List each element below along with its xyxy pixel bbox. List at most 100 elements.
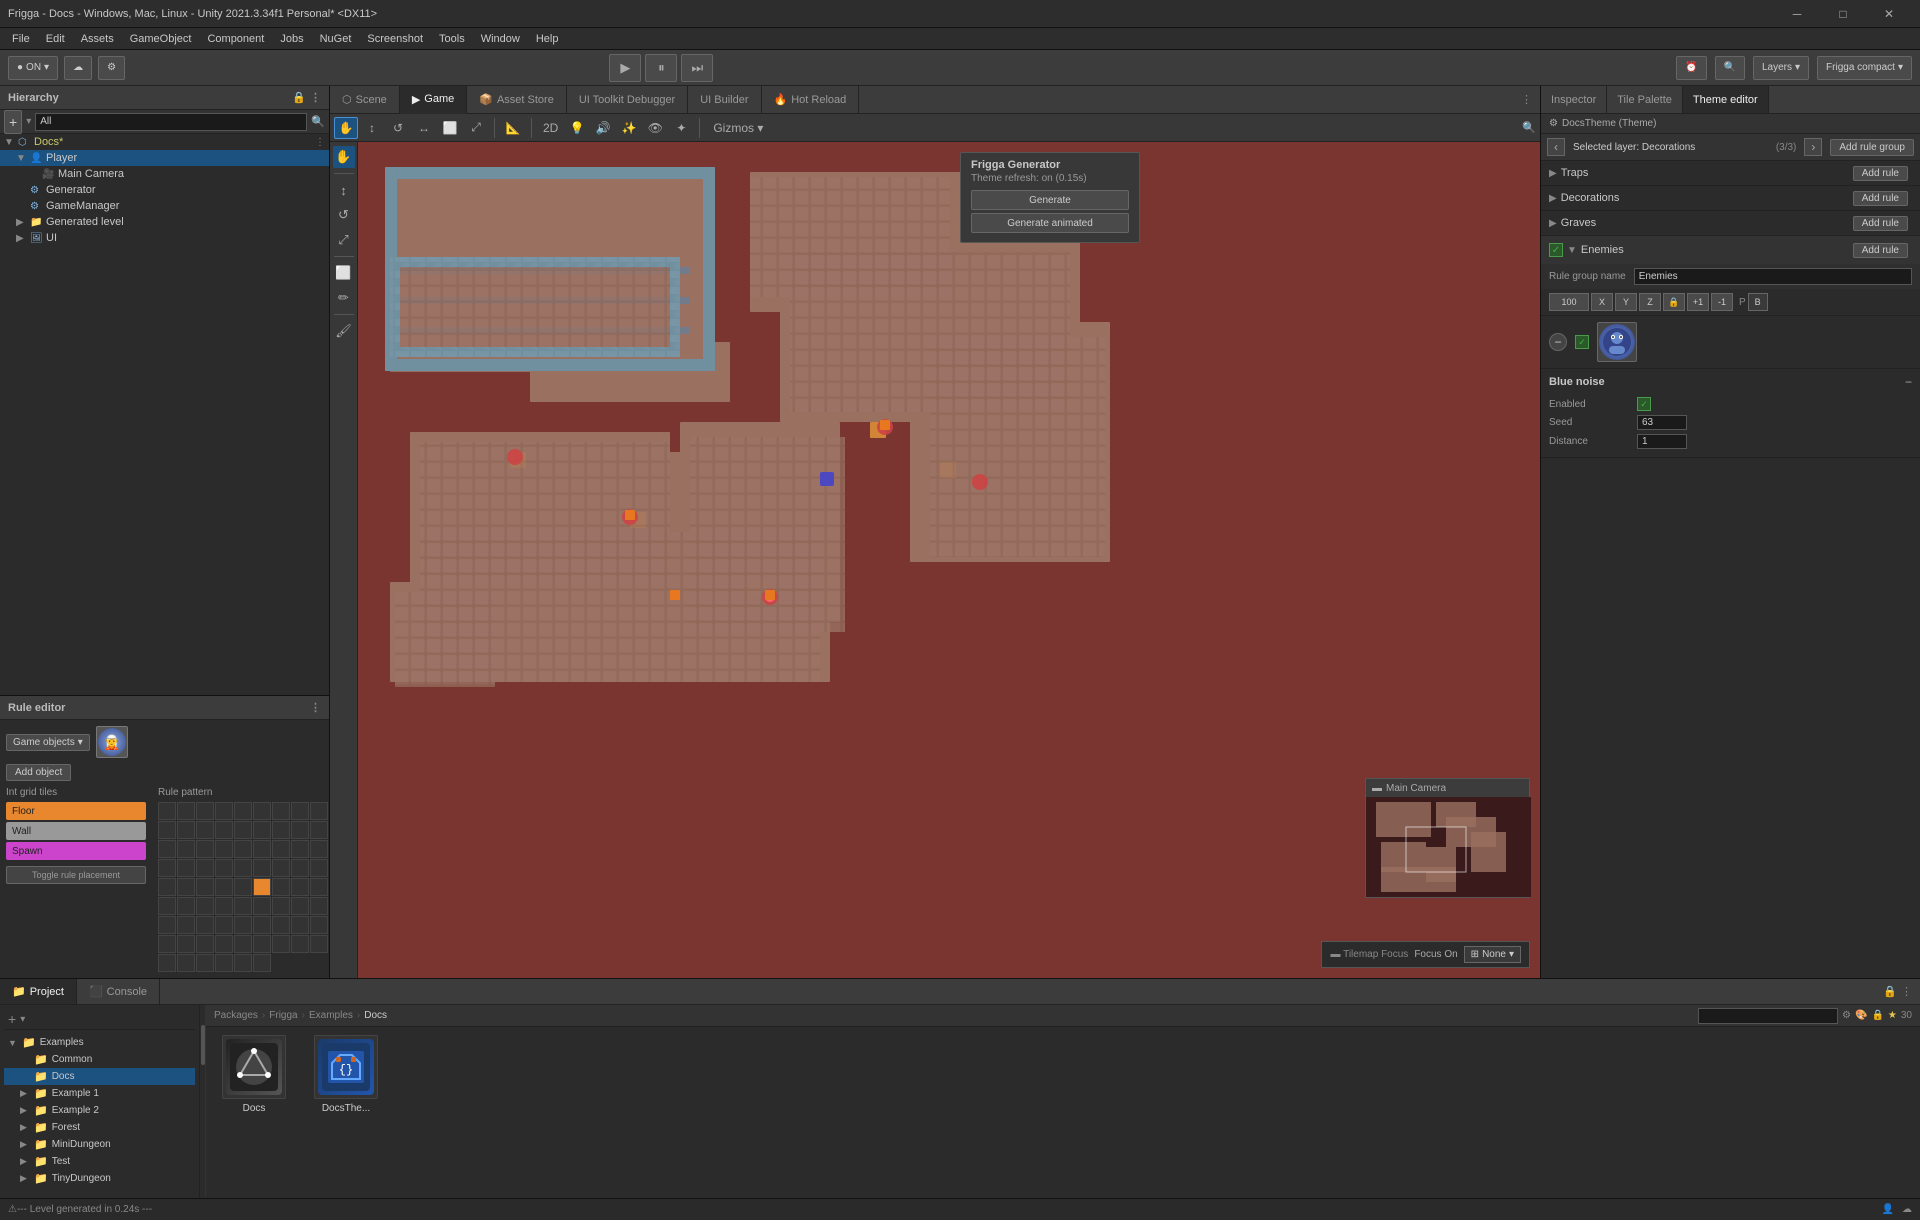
- minimize-button[interactable]: ─: [1774, 0, 1820, 28]
- tool-rect[interactable]: ⬜: [333, 262, 355, 284]
- traps-section-header[interactable]: ▶ Traps Add rule: [1541, 161, 1920, 185]
- pattern-cell[interactable]: [253, 935, 271, 953]
- pattern-cell[interactable]: [272, 897, 290, 915]
- docs-more-icon[interactable]: ⋮: [315, 137, 325, 148]
- tab-scene[interactable]: ⬡ Scene: [330, 86, 400, 113]
- toggle-rule-placement-button[interactable]: Toggle rule placement: [6, 866, 146, 884]
- proj-item-tinydungeon[interactable]: ▶ 📁 TinyDungeon: [4, 1170, 195, 1187]
- menu-jobs[interactable]: Jobs: [272, 31, 311, 47]
- hierarchy-lock-icon[interactable]: 🔒: [292, 91, 306, 104]
- add-rule-group-button[interactable]: Add rule group: [1830, 139, 1914, 156]
- proj-item-test[interactable]: ▶ 📁 Test: [4, 1153, 195, 1170]
- tool-hand[interactable]: ✋: [333, 146, 355, 168]
- pattern-cell[interactable]: [234, 859, 252, 877]
- cloud-button[interactable]: ☁: [64, 56, 92, 80]
- scene-hidden-toggle[interactable]: 👁: [643, 117, 667, 139]
- rule-editor-more-icon[interactable]: ⋮: [310, 701, 321, 714]
- scene-tool-scale[interactable]: ↔: [412, 117, 436, 139]
- pattern-cell[interactable]: [158, 878, 176, 896]
- pattern-cell[interactable]: [177, 916, 195, 934]
- scene-light-toggle[interactable]: 💡: [565, 117, 589, 139]
- tab-asset-store[interactable]: 📦 Asset Store: [467, 86, 567, 113]
- proj-item-common[interactable]: 📁 Common: [4, 1051, 195, 1068]
- tab-tile-palette[interactable]: Tile Palette: [1607, 86, 1683, 113]
- proj-item-minidungeon[interactable]: ▶ 📁 MiniDungeon: [4, 1136, 195, 1153]
- rule-item-checkbox[interactable]: ✓: [1575, 335, 1589, 349]
- tab-inspector[interactable]: Inspector: [1541, 86, 1607, 113]
- pattern-cell[interactable]: [196, 916, 214, 934]
- scene-viewport[interactable]: Frigga Generator Theme refresh: on (0.15…: [330, 142, 1540, 978]
- transform-plus1-button[interactable]: +1: [1687, 293, 1709, 311]
- blue-noise-collapse-button[interactable]: −: [1905, 375, 1912, 389]
- pattern-grid[interactable]: [158, 802, 328, 972]
- pattern-cell-filled[interactable]: [253, 878, 271, 896]
- bottom-lock-icon[interactable]: 🔒: [1883, 985, 1897, 998]
- add-object-button[interactable]: Add object: [6, 764, 71, 781]
- tree-item-generated-level[interactable]: ▶ 📁 Generated level: [0, 214, 329, 230]
- menu-edit[interactable]: Edit: [38, 31, 73, 47]
- scene-tool-rect[interactable]: ⬜: [438, 117, 462, 139]
- menu-nuget[interactable]: NuGet: [312, 31, 360, 47]
- menu-screenshot[interactable]: Screenshot: [359, 31, 431, 47]
- transform-y-button[interactable]: Y: [1615, 293, 1637, 311]
- pause-button[interactable]: ⏸: [645, 54, 677, 82]
- pattern-cell[interactable]: [215, 840, 233, 858]
- generate-button[interactable]: Generate: [971, 190, 1129, 210]
- pattern-cell[interactable]: [291, 802, 309, 820]
- menu-component[interactable]: Component: [199, 31, 272, 47]
- rule-group-name-input[interactable]: [1634, 268, 1912, 285]
- pattern-cell[interactable]: [196, 878, 214, 896]
- pattern-cell[interactable]: [196, 840, 214, 858]
- decorations-add-rule-button[interactable]: Add rule: [1853, 191, 1908, 206]
- proj-item-examples[interactable]: ▼ 📁 Examples: [4, 1034, 195, 1051]
- menu-help[interactable]: Help: [528, 31, 567, 47]
- pattern-cell[interactable]: [310, 859, 328, 877]
- tree-item-docs[interactable]: ▼ ⬡ Docs* ⋮: [0, 134, 329, 150]
- project-dropdown-icon[interactable]: ▾: [20, 1014, 25, 1025]
- scene-tool-transform[interactable]: ⤢: [464, 117, 488, 139]
- asset-tools-1[interactable]: ⚙: [1842, 1010, 1851, 1021]
- pattern-cell[interactable]: [234, 878, 252, 896]
- maximize-button[interactable]: □: [1820, 0, 1866, 28]
- pattern-cell[interactable]: [310, 878, 328, 896]
- traps-add-rule-button[interactable]: Add rule: [1853, 166, 1908, 181]
- pattern-cell[interactable]: [272, 802, 290, 820]
- scene-fx-toggle[interactable]: ✨: [617, 117, 641, 139]
- proj-item-example2[interactable]: ▶ 📁 Example 2: [4, 1102, 195, 1119]
- pattern-cell[interactable]: [291, 821, 309, 839]
- pattern-cell[interactable]: [310, 821, 328, 839]
- tool-paint[interactable]: 🖌: [333, 320, 355, 342]
- tool-move[interactable]: ↕: [333, 179, 355, 201]
- pattern-cell[interactable]: [310, 840, 328, 858]
- tool-custom[interactable]: ✏: [333, 287, 355, 309]
- pattern-cell[interactable]: [253, 916, 271, 934]
- tab-project[interactable]: 📁 Project: [0, 979, 77, 1004]
- proj-item-example1[interactable]: ▶ 📁 Example 1: [4, 1085, 195, 1102]
- scene-tool-move[interactable]: ↕: [360, 117, 384, 139]
- pattern-cell[interactable]: [253, 840, 271, 858]
- scene-tool-hand[interactable]: ✋: [334, 117, 358, 139]
- pattern-cell[interactable]: [253, 954, 271, 972]
- asset-item-docs[interactable]: Docs: [214, 1035, 294, 1114]
- transform-x-button[interactable]: X: [1591, 293, 1613, 311]
- pattern-cell[interactable]: [272, 878, 290, 896]
- pattern-cell[interactable]: [196, 954, 214, 972]
- asset-tools-3[interactable]: 🔒: [1871, 1010, 1883, 1021]
- env-toggle[interactable]: ● ON ▾: [8, 56, 58, 80]
- pattern-cell[interactable]: [291, 897, 309, 915]
- graves-add-rule-button[interactable]: Add rule: [1853, 216, 1908, 231]
- layer-nav-right[interactable]: ›: [1804, 138, 1822, 156]
- pattern-cell[interactable]: [234, 802, 252, 820]
- pattern-cell[interactable]: [215, 897, 233, 915]
- settings-button[interactable]: ⚙: [98, 56, 125, 80]
- pattern-cell[interactable]: [310, 802, 328, 820]
- pattern-cell[interactable]: [272, 821, 290, 839]
- pattern-cell[interactable]: [215, 859, 233, 877]
- scene-particle-toggle[interactable]: ✦: [669, 117, 693, 139]
- pattern-cell[interactable]: [177, 821, 195, 839]
- pattern-cell[interactable]: [196, 897, 214, 915]
- pattern-cell[interactable]: [196, 935, 214, 953]
- hierarchy-add-button[interactable]: +: [4, 110, 22, 134]
- pattern-cell[interactable]: [215, 935, 233, 953]
- pattern-cell[interactable]: [177, 954, 195, 972]
